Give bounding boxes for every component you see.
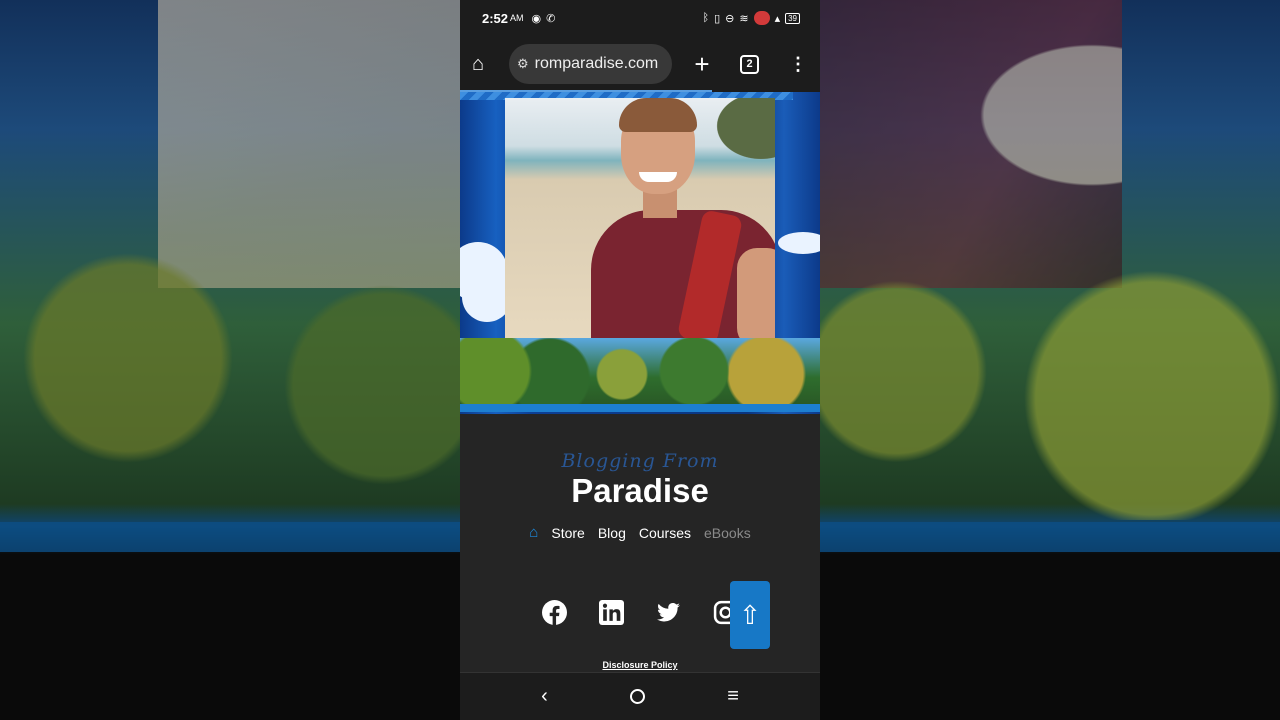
site-footer: Blogging From Paradise ⌂ Store Blog Cour… [460,414,820,672]
tab-switcher-button[interactable]: 2 [740,54,759,74]
twitter-icon[interactable] [656,600,681,625]
nav-store[interactable]: Store [551,525,584,541]
bluetooth-icon: ᛒ [702,12,710,24]
wifi-icon: ≋ [739,12,749,25]
battery-icon: 39 [785,12,800,24]
nav-courses[interactable]: Courses [639,525,691,541]
url-text: romparadise.com [534,55,659,72]
site-tagline: Blogging From [561,450,719,472]
status-left-icons: ◉ ✆ [532,12,556,25]
arrow-up-icon: ⇧ [739,599,761,630]
disclosure-policy-link[interactable]: Disclosure Policy [460,660,820,670]
cloud [778,232,820,254]
linkedin-icon[interactable] [599,600,624,625]
social-links [542,600,738,625]
status-right-icons: ᛒ ▯ ⊖ ≋ ▴ 39 [702,11,800,25]
facebook-icon[interactable] [542,600,567,625]
site-brand[interactable]: Paradise [460,472,820,510]
status-bar: 2:52 AM ◉ ✆ ᛒ ▯ ⊖ ≋ ▴ 39 [460,0,820,36]
site-settings-icon[interactable]: ⚙ [517,56,529,72]
blurred-sand [158,0,460,288]
home-icon[interactable]: ⌂ [472,53,496,76]
signal-icon: ▴ [774,12,781,25]
nav-ebooks[interactable]: eBooks [704,525,751,541]
profile-photo [505,98,775,338]
recents-icon[interactable]: ≡ [727,685,739,708]
vibrate-icon: ▯ [714,12,721,25]
recording-icon [753,11,770,25]
home-button-icon[interactable] [630,689,645,704]
nav-blog[interactable]: Blog [598,525,626,541]
new-tab-icon[interactable]: + [690,49,714,80]
status-ampm: AM [510,13,524,23]
screen-record-icon: ◉ [531,12,542,25]
back-icon[interactable]: ‹ [541,685,548,708]
call-icon: ✆ [546,12,556,25]
blurred-shirt [820,0,1122,288]
status-time: 2:52 [482,10,509,26]
hero-banner [460,92,820,414]
palm-trees-strip [460,338,820,404]
footer-nav: ⌂ Store Blog Courses eBooks [460,524,820,541]
android-nav-bar: ‹ ≡ [460,672,820,720]
scroll-to-top-button[interactable]: ⇧ [730,581,770,649]
menu-icon[interactable]: ⋮ [789,54,807,75]
hero-bottom-bar [460,404,820,412]
video-frame: 2:52 AM ◉ ✆ ᛒ ▯ ⊖ ≋ ▴ 39 ⌂ ⚙ romparadise… [0,0,1280,720]
phone-screen: 2:52 AM ◉ ✆ ᛒ ▯ ⊖ ≋ ▴ 39 ⌂ ⚙ romparadise… [460,0,820,720]
home-icon[interactable]: ⌂ [529,524,538,541]
dnd-icon: ⊖ [725,12,735,25]
address-bar[interactable]: ⚙ romparadise.com [509,44,672,84]
browser-toolbar: ⌂ ⚙ romparadise.com + 2 ⋮ [460,36,820,92]
